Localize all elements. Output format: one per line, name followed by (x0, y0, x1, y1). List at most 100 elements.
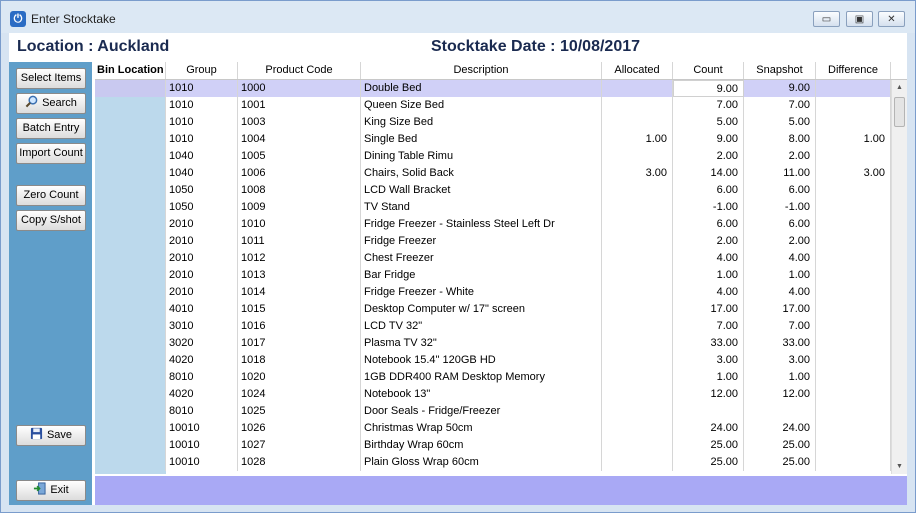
cell-count[interactable] (673, 403, 744, 420)
cell-allocated[interactable] (602, 97, 673, 114)
cell-product-code[interactable]: 1009 (238, 199, 361, 216)
cell-product-code[interactable]: 1017 (238, 335, 361, 352)
cell-bin-location[interactable] (95, 318, 166, 335)
cell-description[interactable]: LCD TV 32" (361, 318, 602, 335)
cell-description[interactable]: Queen Size Bed (361, 97, 602, 114)
copy-snapshot-button[interactable]: Copy S/shot (16, 210, 86, 231)
cell-description[interactable]: TV Stand (361, 199, 602, 216)
cell-allocated[interactable] (602, 216, 673, 233)
cell-bin-location[interactable] (95, 165, 166, 182)
cell-difference[interactable]: 3.00 (816, 165, 891, 182)
table-row[interactable]: 1010 1000 Double Bed 9.00 9.00 (95, 80, 891, 97)
cell-difference[interactable] (816, 250, 891, 267)
cell-group[interactable]: 4010 (166, 301, 238, 318)
header-allocated[interactable]: Allocated (602, 62, 673, 79)
cell-description[interactable]: Bar Fridge (361, 267, 602, 284)
cell-group[interactable]: 1010 (166, 114, 238, 131)
cell-product-code[interactable]: 1028 (238, 454, 361, 471)
cell-group[interactable]: 10010 (166, 420, 238, 437)
cell-description[interactable]: Desktop Computer w/ 17" screen (361, 301, 602, 318)
cell-allocated[interactable] (602, 80, 673, 97)
cell-bin-location[interactable] (95, 454, 166, 471)
cell-difference[interactable] (816, 284, 891, 301)
cell-difference[interactable] (816, 386, 891, 403)
cell-bin-location[interactable] (95, 437, 166, 454)
cell-count[interactable]: 7.00 (673, 318, 744, 335)
cell-product-code[interactable]: 1005 (238, 148, 361, 165)
cell-group[interactable]: 2010 (166, 250, 238, 267)
cell-count[interactable]: 9.00 (673, 80, 744, 97)
cell-description[interactable]: Dining Table Rimu (361, 148, 602, 165)
cell-allocated[interactable] (602, 386, 673, 403)
cell-snapshot[interactable]: 9.00 (744, 80, 816, 97)
cell-difference[interactable] (816, 301, 891, 318)
cell-allocated[interactable]: 3.00 (602, 165, 673, 182)
table-row[interactable]: 10010 1028 Plain Gloss Wrap 60cm 25.00 25.00 (95, 454, 891, 471)
table-row[interactable]: 2010 1010 Fridge Freezer - Stainless Steel… (95, 216, 891, 233)
cell-allocated[interactable] (602, 318, 673, 335)
cell-description[interactable]: 1GB DDR400 RAM Desktop Memory (361, 369, 602, 386)
select-items-button[interactable]: Select Items (16, 68, 86, 89)
cell-bin-location[interactable] (95, 80, 166, 97)
import-count-button[interactable]: Import Count (16, 143, 86, 164)
cell-product-code[interactable]: 1000 (238, 80, 361, 97)
cell-allocated[interactable] (602, 148, 673, 165)
cell-group[interactable]: 2010 (166, 216, 238, 233)
cell-count[interactable]: 2.00 (673, 148, 744, 165)
cell-snapshot[interactable]: 4.00 (744, 284, 816, 301)
close-button[interactable]: ✕ (878, 11, 905, 27)
cell-bin-location[interactable] (95, 352, 166, 369)
cell-product-code[interactable]: 1011 (238, 233, 361, 250)
cell-count[interactable]: 33.00 (673, 335, 744, 352)
table-row[interactable]: 1040 1006 Chairs, Solid Back 3.00 14.00 11.00… (95, 165, 891, 182)
cell-bin-location[interactable] (95, 148, 166, 165)
cell-description[interactable]: King Size Bed (361, 114, 602, 131)
cell-product-code[interactable]: 1018 (238, 352, 361, 369)
cell-difference[interactable] (816, 216, 891, 233)
cell-snapshot[interactable]: 6.00 (744, 182, 816, 199)
cell-allocated[interactable] (602, 250, 673, 267)
cell-snapshot[interactable]: -1.00 (744, 199, 816, 216)
cell-count[interactable]: 25.00 (673, 437, 744, 454)
vertical-scrollbar[interactable]: ▲ ▼ (891, 80, 907, 474)
table-row[interactable]: 2010 1011 Fridge Freezer 2.00 2.00 (95, 233, 891, 250)
cell-snapshot[interactable]: 6.00 (744, 216, 816, 233)
cell-group[interactable]: 10010 (166, 454, 238, 471)
search-button[interactable]: Search (16, 93, 86, 114)
cell-difference[interactable] (816, 97, 891, 114)
cell-group[interactable]: 4020 (166, 386, 238, 403)
cell-product-code[interactable]: 1024 (238, 386, 361, 403)
cell-count[interactable]: 2.00 (673, 233, 744, 250)
cell-description[interactable]: Plasma TV 32" (361, 335, 602, 352)
header-bin-location[interactable]: Bin Location (95, 62, 166, 79)
cell-group[interactable]: 8010 (166, 369, 238, 386)
cell-snapshot[interactable]: 2.00 (744, 148, 816, 165)
cell-product-code[interactable]: 1003 (238, 114, 361, 131)
cell-allocated[interactable] (602, 454, 673, 471)
cell-description[interactable]: Double Bed (361, 80, 602, 97)
table-row[interactable]: 4020 1018 Notebook 15.4" 120GB HD 3.00 3.00 (95, 352, 891, 369)
table-row[interactable]: 4010 1015 Desktop Computer w/ 17" screen 17… (95, 301, 891, 318)
cell-allocated[interactable] (602, 352, 673, 369)
cell-description[interactable]: Fridge Freezer - Stainless Steel Left Dr (361, 216, 602, 233)
table-row[interactable]: 8010 1020 1GB DDR400 RAM Desktop Memory 1.0… (95, 369, 891, 386)
cell-count[interactable]: 7.00 (673, 97, 744, 114)
cell-snapshot[interactable]: 5.00 (744, 114, 816, 131)
cell-description[interactable]: Chairs, Solid Back (361, 165, 602, 182)
cell-difference[interactable] (816, 420, 891, 437)
cell-allocated[interactable] (602, 301, 673, 318)
cell-bin-location[interactable] (95, 199, 166, 216)
cell-snapshot[interactable]: 4.00 (744, 250, 816, 267)
table-row[interactable]: 2010 1014 Fridge Freezer - White 4.00 4.00 (95, 284, 891, 301)
cell-snapshot[interactable]: 2.00 (744, 233, 816, 250)
cell-allocated[interactable] (602, 369, 673, 386)
header-snapshot[interactable]: Snapshot (744, 62, 816, 79)
cell-product-code[interactable]: 1001 (238, 97, 361, 114)
cell-group[interactable]: 2010 (166, 267, 238, 284)
cell-bin-location[interactable] (95, 386, 166, 403)
cell-difference[interactable] (816, 148, 891, 165)
cell-bin-location[interactable] (95, 284, 166, 301)
cell-snapshot[interactable]: 1.00 (744, 267, 816, 284)
cell-snapshot[interactable]: 3.00 (744, 352, 816, 369)
cell-description[interactable]: Door Seals - Fridge/Freezer (361, 403, 602, 420)
